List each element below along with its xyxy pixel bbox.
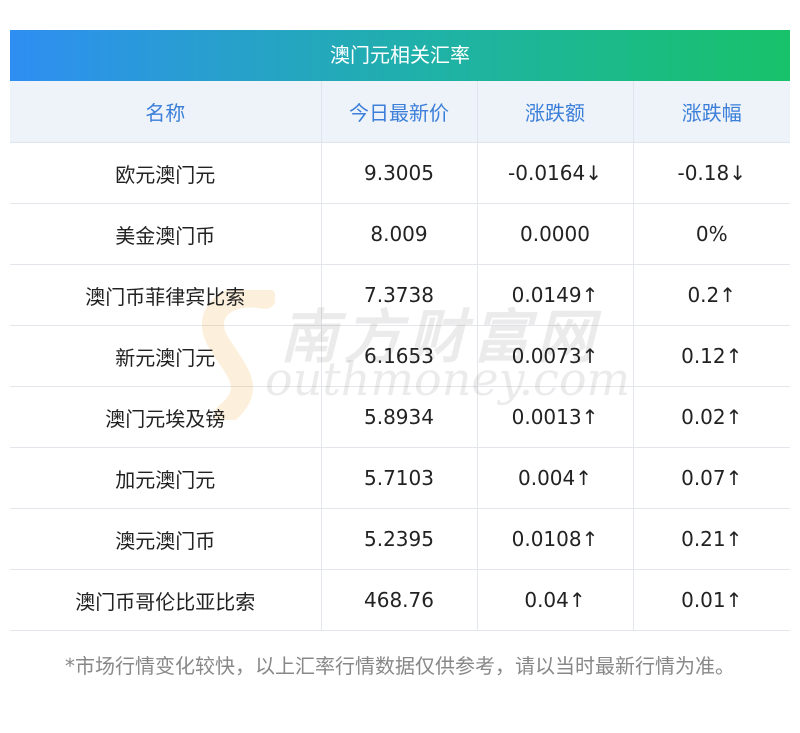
header-name: 名称 bbox=[10, 81, 322, 143]
table-row: 澳元澳门币 5.2395 0.0108↑ 0.21↑ bbox=[10, 508, 790, 570]
pair-name: 澳门元埃及镑 bbox=[10, 386, 322, 448]
change-cell: 0.0073↑ bbox=[477, 325, 634, 387]
price-cell: 7.3738 bbox=[321, 264, 478, 326]
pct-cell: 0.21↑ bbox=[633, 508, 790, 570]
pair-name: 澳门币菲律宾比索 bbox=[10, 264, 322, 326]
disclaimer-note: *市场行情变化较快，以上汇率行情数据仅供参考，请以当时最新行情为准。 bbox=[65, 654, 735, 678]
table-row: 新元澳门元 6.1653 0.0073↑ 0.12↑ bbox=[10, 325, 790, 387]
price-cell: 6.1653 bbox=[321, 325, 478, 387]
price-cell: 8.009 bbox=[321, 203, 478, 265]
header-change: 涨跌额 bbox=[477, 81, 634, 143]
table-row: 澳门币菲律宾比索 7.3738 0.0149↑ 0.2↑ bbox=[10, 264, 790, 326]
pair-name: 新元澳门元 bbox=[10, 325, 322, 387]
price-cell: 5.8934 bbox=[321, 386, 478, 448]
table-row: 澳门元埃及镑 5.8934 0.0013↑ 0.02↑ bbox=[10, 386, 790, 448]
table-row: 欧元澳门元 9.3005 -0.0164↓ -0.18↓ bbox=[10, 142, 790, 204]
pct-cell: -0.18↓ bbox=[633, 142, 790, 204]
header-price: 今日最新价 bbox=[321, 81, 478, 143]
pct-cell: 0.07↑ bbox=[633, 447, 790, 509]
table-row: 加元澳门元 5.7103 0.004↑ 0.07↑ bbox=[10, 447, 790, 509]
pct-cell: 0.01↑ bbox=[633, 569, 790, 631]
pair-name: 美金澳门币 bbox=[10, 203, 322, 265]
header-pct: 涨跌幅 bbox=[633, 81, 790, 143]
change-cell: -0.0164↓ bbox=[477, 142, 634, 204]
change-cell: 0.0108↑ bbox=[477, 508, 634, 570]
header-row: 名称 今日最新价 涨跌额 涨跌幅 bbox=[10, 81, 790, 143]
pct-cell: 0.02↑ bbox=[633, 386, 790, 448]
table-title: 澳门元相关汇率 bbox=[10, 30, 790, 81]
change-cell: 0.04↑ bbox=[477, 569, 634, 631]
table-row: 澳门币哥伦比亚比索 468.76 0.04↑ 0.01↑ bbox=[10, 569, 790, 631]
pair-name: 欧元澳门元 bbox=[10, 142, 322, 204]
rate-card: 澳门元相关汇率 南方财富网 outhmoney.com 名称 今日最新价 涨跌额… bbox=[0, 0, 800, 733]
price-cell: 9.3005 bbox=[321, 142, 478, 204]
pct-cell: 0.12↑ bbox=[633, 325, 790, 387]
change-cell: 0.004↑ bbox=[477, 447, 634, 509]
pair-name: 加元澳门元 bbox=[10, 447, 322, 509]
pct-cell: 0% bbox=[633, 203, 790, 265]
pair-name: 澳门币哥伦比亚比索 bbox=[10, 569, 322, 631]
price-cell: 5.7103 bbox=[321, 447, 478, 509]
table-row: 美金澳门币 8.009 0.0000 0% bbox=[10, 203, 790, 265]
pair-name: 澳元澳门币 bbox=[10, 508, 322, 570]
rates-table: 名称 今日最新价 涨跌额 涨跌幅 欧元澳门元 9.3005 -0.0164↓ -… bbox=[10, 81, 790, 631]
pct-cell: 0.2↑ bbox=[633, 264, 790, 326]
change-cell: 0.0000 bbox=[477, 203, 634, 265]
price-cell: 468.76 bbox=[321, 569, 478, 631]
change-cell: 0.0013↑ bbox=[477, 386, 634, 448]
change-cell: 0.0149↑ bbox=[477, 264, 634, 326]
price-cell: 5.2395 bbox=[321, 508, 478, 570]
